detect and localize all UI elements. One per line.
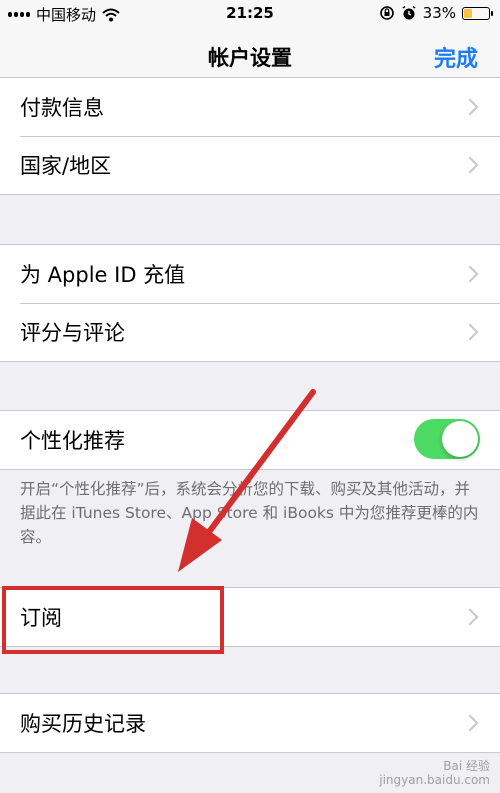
- battery-fill: [464, 8, 472, 18]
- add-funds-label: 为 Apple ID 充值: [20, 263, 186, 287]
- chevron-right-icon: [461, 714, 479, 732]
- subscriptions-row[interactable]: 订阅: [0, 588, 500, 646]
- done-button[interactable]: 完成: [434, 41, 478, 73]
- purchase-history-label: 购买历史记录: [20, 712, 146, 736]
- chevron-right-icon: [461, 98, 479, 116]
- personalized-group: 个性化推荐: [0, 410, 500, 470]
- subscriptions-label: 订阅: [20, 606, 62, 630]
- personalized-recommendations-row: 个性化推荐: [0, 411, 500, 469]
- personalized-footer-text: 开启“个性化推荐”后，系统会分析您的下载、购买及其他活动，并据此在 iTunes…: [20, 480, 479, 546]
- watermark-brand: Bai 经验: [443, 759, 490, 773]
- payment-region-group: 付款信息 国家/地区: [0, 77, 500, 195]
- status-bar-right: 33%: [379, 4, 493, 22]
- watermark-url: jingyan.baidu.com: [379, 773, 490, 787]
- chevron-right-icon: [461, 608, 479, 626]
- country-region-row[interactable]: 国家/地区: [0, 136, 500, 194]
- chevron-right-icon: [461, 156, 479, 174]
- subscriptions-group: 订阅: [0, 587, 500, 647]
- purchase-history-group: 购买历史记录: [0, 693, 500, 753]
- battery-percent: 33%: [422, 4, 456, 22]
- chevron-right-icon: [461, 323, 479, 341]
- page-title: 帐户设置: [208, 46, 292, 70]
- country-region-label: 国家/地区: [20, 154, 112, 178]
- apple-id-group: 为 Apple ID 充值 评分与评论: [0, 244, 500, 362]
- battery-icon: [462, 6, 493, 20]
- ratings-reviews-row[interactable]: 评分与评论: [0, 303, 500, 361]
- alarm-icon: [402, 5, 416, 20]
- personalized-recommendations-toggle[interactable]: [414, 419, 480, 459]
- ratings-reviews-label: 评分与评论: [20, 321, 125, 345]
- status-bar: 中国移动 21:25 33%: [0, 0, 500, 26]
- payment-info-label: 付款信息: [20, 96, 104, 120]
- payment-info-row[interactable]: 付款信息: [0, 78, 500, 136]
- add-funds-row[interactable]: 为 Apple ID 充值: [0, 245, 500, 303]
- personalized-recommendations-label: 个性化推荐: [20, 429, 125, 453]
- purchase-history-row[interactable]: 购买历史记录: [0, 694, 500, 752]
- chevron-right-icon: [461, 265, 479, 283]
- watermark: Bai 经验 jingyan.baidu.com: [379, 759, 490, 787]
- toggle-knob: [442, 421, 478, 457]
- lock-rotation-icon: [379, 6, 394, 20]
